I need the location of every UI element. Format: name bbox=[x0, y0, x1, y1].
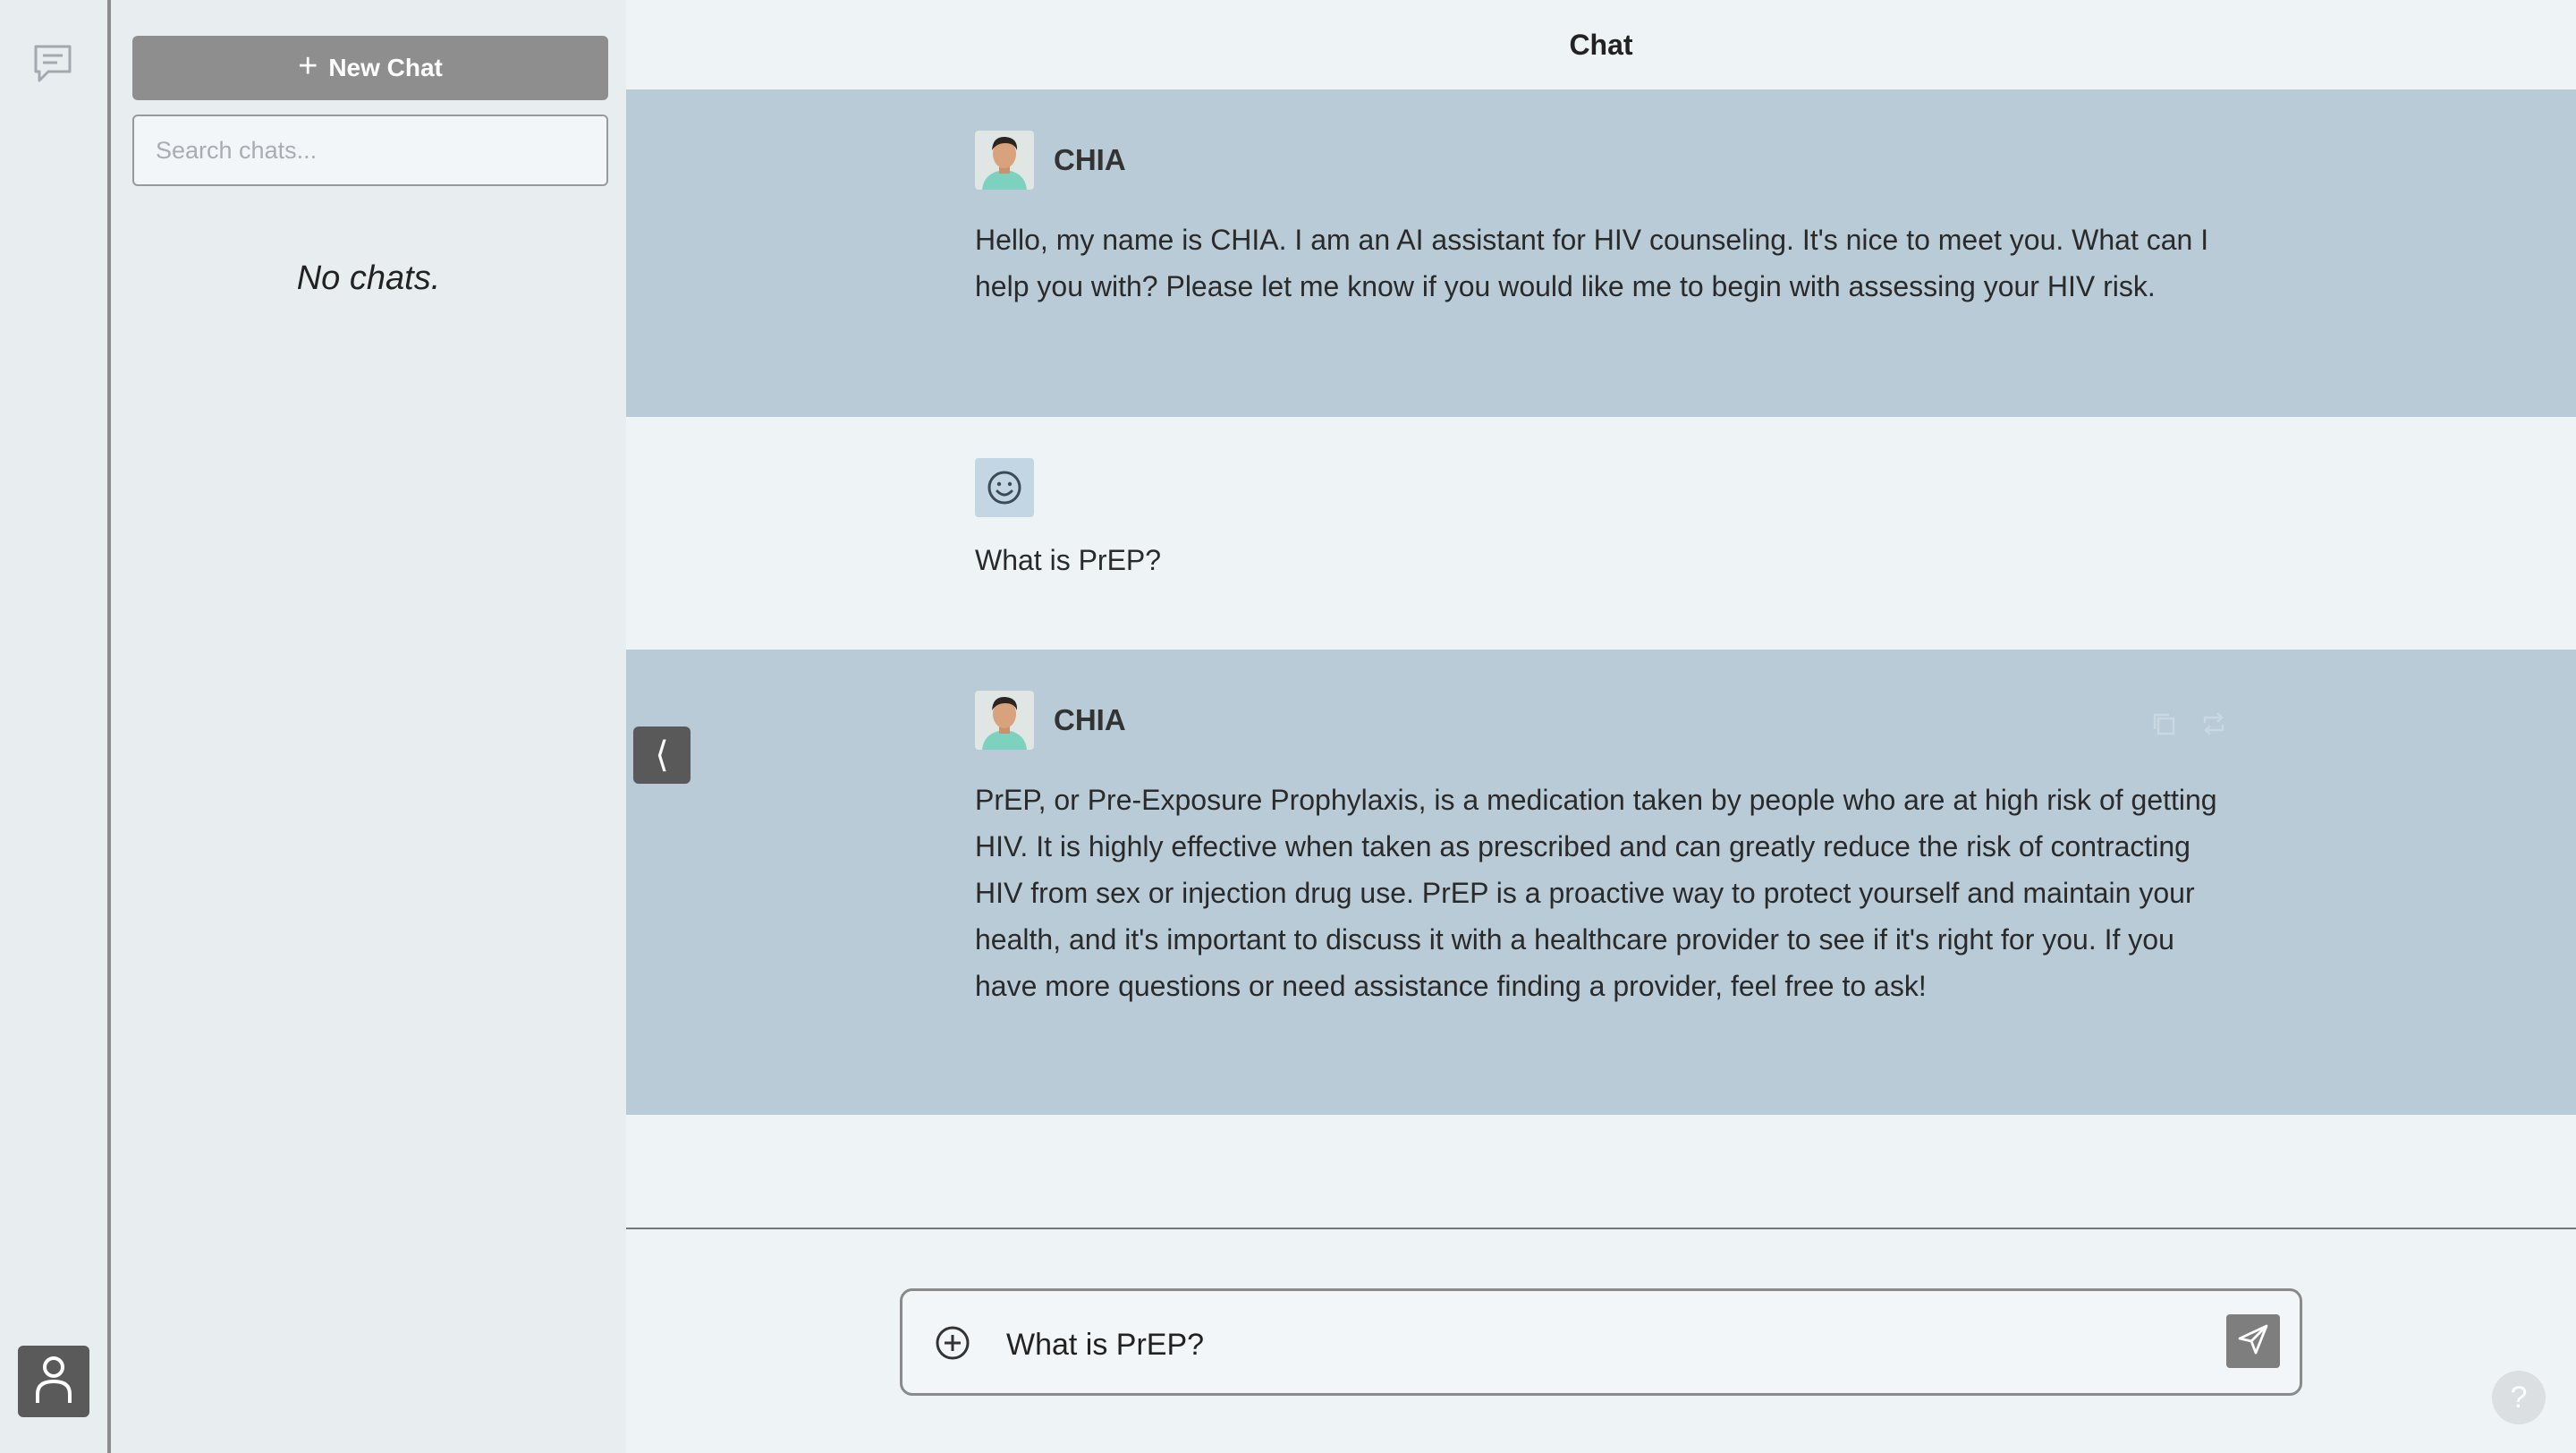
assistant-message: CHIA PrEP, or Pre-Exposure Prophylaxis, … bbox=[626, 650, 2576, 1115]
plus-icon: + bbox=[298, 47, 318, 85]
user-icon bbox=[34, 1355, 73, 1409]
empty-chats-text: No chats. bbox=[296, 259, 441, 297]
new-chat-button[interactable]: + New Chat bbox=[132, 36, 608, 100]
smiley-icon bbox=[975, 458, 1034, 517]
chat-sidebar: + New Chat No chats. bbox=[111, 0, 626, 1453]
message-text: PrEP, or Pre-Exposure Prophylaxis, is a … bbox=[975, 784, 2217, 1002]
send-button[interactable] bbox=[2226, 1314, 2280, 1368]
sender-name: CHIA bbox=[1054, 143, 1126, 176]
send-icon bbox=[2236, 1322, 2270, 1361]
message-input[interactable] bbox=[1006, 1318, 2169, 1372]
icon-rail bbox=[0, 0, 111, 1453]
user-profile-button[interactable] bbox=[18, 1346, 89, 1417]
collapse-sidebar-button[interactable]: ⟨ bbox=[633, 726, 691, 784]
chia-avatar bbox=[975, 131, 1034, 190]
regenerate-icon[interactable] bbox=[2200, 710, 2227, 742]
page-title: Chat bbox=[1569, 28, 1633, 61]
sender-name: CHIA bbox=[1054, 703, 1126, 736]
user-message: What is PrEP? bbox=[626, 417, 2576, 650]
help-button[interactable]: ? bbox=[2492, 1371, 2546, 1424]
search-chats-input[interactable] bbox=[132, 115, 608, 186]
composer-divider bbox=[626, 1228, 2576, 1229]
assistant-message: CHIA Hello, my name is CHIA. I am an AI … bbox=[626, 89, 2576, 417]
message-actions bbox=[2150, 710, 2227, 742]
chia-avatar bbox=[975, 691, 1034, 750]
new-chat-label: New Chat bbox=[328, 54, 443, 81]
copy-icon[interactable] bbox=[2150, 710, 2177, 742]
plus-circle-icon[interactable] bbox=[935, 1325, 970, 1361]
message-text: Hello, my name is CHIA. I am an AI assis… bbox=[975, 224, 2209, 302]
chevron-left-icon: ⟨ bbox=[655, 735, 669, 775]
chat-bubble-icon[interactable] bbox=[30, 41, 75, 86]
message-composer bbox=[900, 1288, 2302, 1396]
chat-main: Chat CHIA Hello, my name is CHIA. I am a… bbox=[626, 0, 2576, 1453]
message-text: What is PrEP? bbox=[975, 544, 1162, 576]
help-icon: ? bbox=[2510, 1380, 2528, 1415]
